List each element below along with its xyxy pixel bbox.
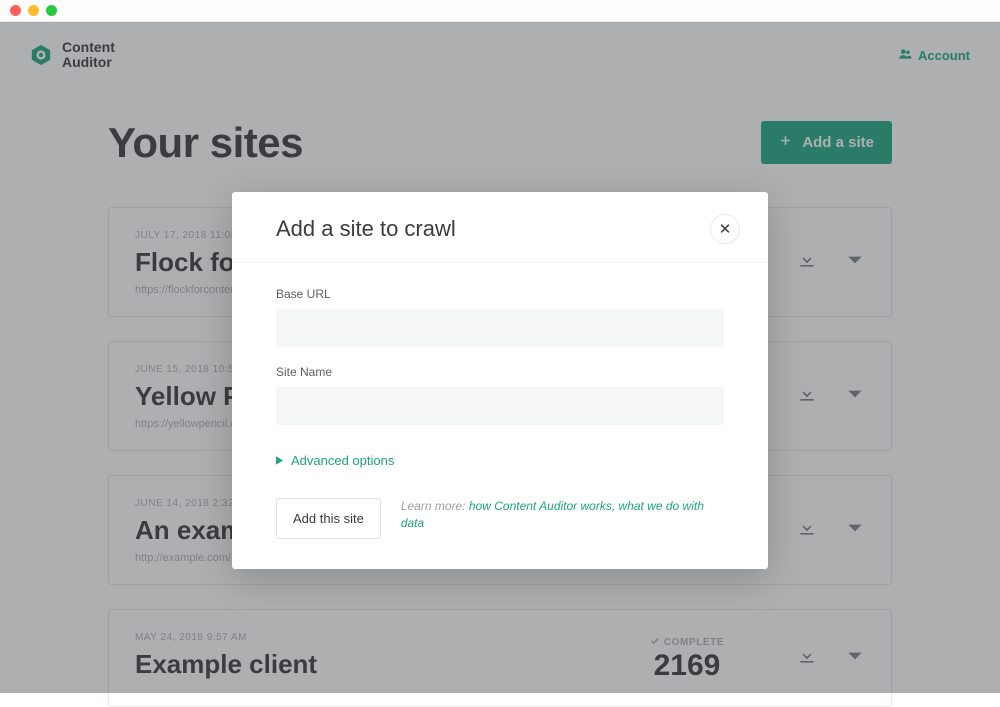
- window-close-dot[interactable]: [10, 5, 21, 16]
- add-this-site-button[interactable]: Add this site: [276, 498, 381, 539]
- site-name-input[interactable]: [276, 387, 724, 425]
- close-icon: ✕: [719, 220, 732, 238]
- window-minimize-dot[interactable]: [28, 5, 39, 16]
- close-button[interactable]: ✕: [710, 214, 740, 244]
- base-url-label: Base URL: [276, 287, 724, 301]
- window-titlebar: [0, 0, 1000, 22]
- base-url-input[interactable]: [276, 309, 724, 347]
- window-maximize-dot[interactable]: [46, 5, 57, 16]
- triangle-right-icon: [276, 453, 283, 468]
- learn-more-text: Learn more: how Content Auditor works, w…: [401, 498, 724, 532]
- modal-title: Add a site to crawl: [276, 216, 456, 242]
- advanced-options-label: Advanced options: [291, 453, 394, 468]
- site-name-label: Site Name: [276, 365, 724, 379]
- add-site-modal: Add a site to crawl ✕ Base URL Site Name…: [232, 192, 768, 569]
- advanced-options-toggle[interactable]: Advanced options: [276, 453, 724, 468]
